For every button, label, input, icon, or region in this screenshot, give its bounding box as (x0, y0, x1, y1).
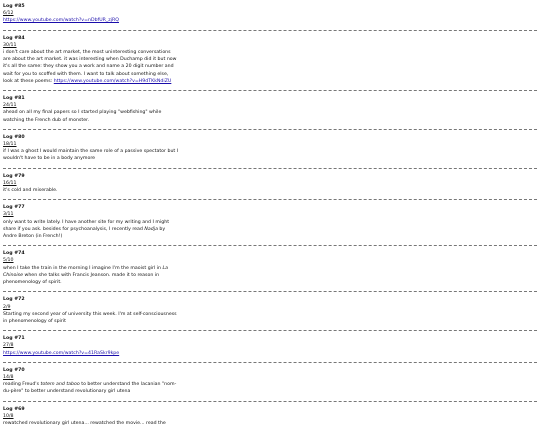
entry-date: 30/11 (3, 42, 17, 48)
log-entry: Log #69 10/8 rewatched revolutionary girl … (3, 406, 537, 428)
entry-divider (3, 330, 537, 332)
entry-body: it's cold and miserable. (3, 187, 179, 194)
entry-body: i don't care about the art market, the m… (3, 49, 179, 85)
log-entry: Log #79 16/11 it's cold and miserable. (3, 173, 537, 196)
entry-body: ahead on all my final papers so I starte… (3, 109, 179, 123)
entry-date: 27/8 (3, 343, 14, 349)
entry-divider (3, 361, 537, 363)
entry-title: Log #71 (3, 336, 25, 342)
log-entry: Log #74 5/10 when I take the train in the … (3, 250, 537, 287)
entry-title: Log #81 (3, 96, 25, 102)
entry-text: when she talks with Francis Jeanson. mad… (3, 272, 160, 286)
log-entry: Log #72 2/9 Starting my second year of uni… (3, 296, 537, 326)
entry-text: it's cold and miserable. (3, 188, 58, 194)
log-entry: Log #85 6/12 https://www.youtube.com/watch… (3, 3, 537, 26)
entry-title: Log #69 (3, 406, 25, 412)
entry-divider (3, 90, 537, 92)
log-entry: Log #80 18/11 if I was a ghost I would mai… (3, 134, 537, 164)
entry-body: Starting my second year of university th… (3, 311, 179, 325)
entry-title: Log #77 (3, 205, 25, 211)
entry-divider (3, 400, 537, 402)
entry-date: 3/11 (3, 212, 14, 218)
entry-title: Log #74 (3, 251, 25, 257)
entry-text: rewatched revolutionary girl utena... re… (3, 420, 166, 426)
entry-text: if I was a ghost I would maintain the sa… (3, 149, 179, 162)
entry-text: reading Freud's (3, 382, 41, 388)
entry-date: 24/11 (3, 103, 17, 109)
entry-title: Log #72 (3, 297, 25, 303)
youtube-link[interactable]: https://www.youtube.com/watch?v=41RaSkr9… (3, 351, 119, 356)
youtube-link[interactable]: https://www.youtube.com/watch?v=nDbfUR_z… (3, 18, 119, 23)
entry-body: when I take the train in the morning I i… (3, 265, 179, 287)
log-entry: Log #77 3/11 only want to write lately. I … (3, 204, 537, 241)
log-entry: Log #84 30/11 i don't care about the art m… (3, 35, 537, 86)
entry-divider (3, 29, 537, 31)
entry-title: Log #85 (3, 4, 25, 9)
log-entry: Log #71 27/8 https://www.youtube.com/watch… (3, 335, 537, 358)
entry-date: 10/8 (3, 413, 14, 419)
entry-divider (3, 128, 537, 130)
entry-divider (3, 291, 537, 293)
entry-body: reading Freud's totem and taboo to bette… (3, 381, 179, 395)
entry-body: https://www.youtube.com/watch?v=41RaSkr9… (3, 350, 179, 357)
entry-title: Log #70 (3, 367, 25, 373)
entry-title: Log #79 (3, 173, 25, 179)
entry-divider (3, 167, 537, 169)
entry-body: https://www.youtube.com/watch?v=nDbfUR_z… (3, 17, 179, 24)
entry-body: rewatched revolutionary girl utena... re… (3, 420, 179, 427)
entry-date: 14/8 (3, 374, 14, 380)
entry-date: 2/9 (3, 304, 11, 310)
entry-title: Log #84 (3, 35, 25, 41)
entry-divider (3, 245, 537, 247)
entry-title: Log #80 (3, 134, 25, 140)
entry-text: ahead on all my final papers so I starte… (3, 110, 162, 123)
log-entry: Log #70 14/8 reading Freud's totem and tab… (3, 367, 537, 397)
log-entry: Log #81 24/11 ahead on all my final papers… (3, 95, 537, 125)
italic-title: Nadja (144, 226, 158, 232)
entry-date: 6/12 (3, 11, 14, 17)
youtube-link[interactable]: https://www.youtube.com/watch?v=H9dTKkNd… (54, 79, 172, 84)
entry-date: 16/11 (3, 180, 17, 186)
italic-title: totem and taboo (40, 382, 80, 388)
entry-divider (3, 199, 537, 201)
entry-body: only want to write lately. I have anothe… (3, 219, 179, 241)
entry-date: 18/11 (3, 142, 17, 148)
entry-text: when I take the train in the morning I i… (3, 265, 163, 271)
entry-body: if I was a ghost I would maintain the sa… (3, 148, 179, 162)
entry-text: Starting my second year of university th… (3, 311, 177, 324)
log-list: Log #85 6/12 https://www.youtube.com/watch… (0, 0, 540, 428)
entry-date: 5/10 (3, 258, 14, 264)
